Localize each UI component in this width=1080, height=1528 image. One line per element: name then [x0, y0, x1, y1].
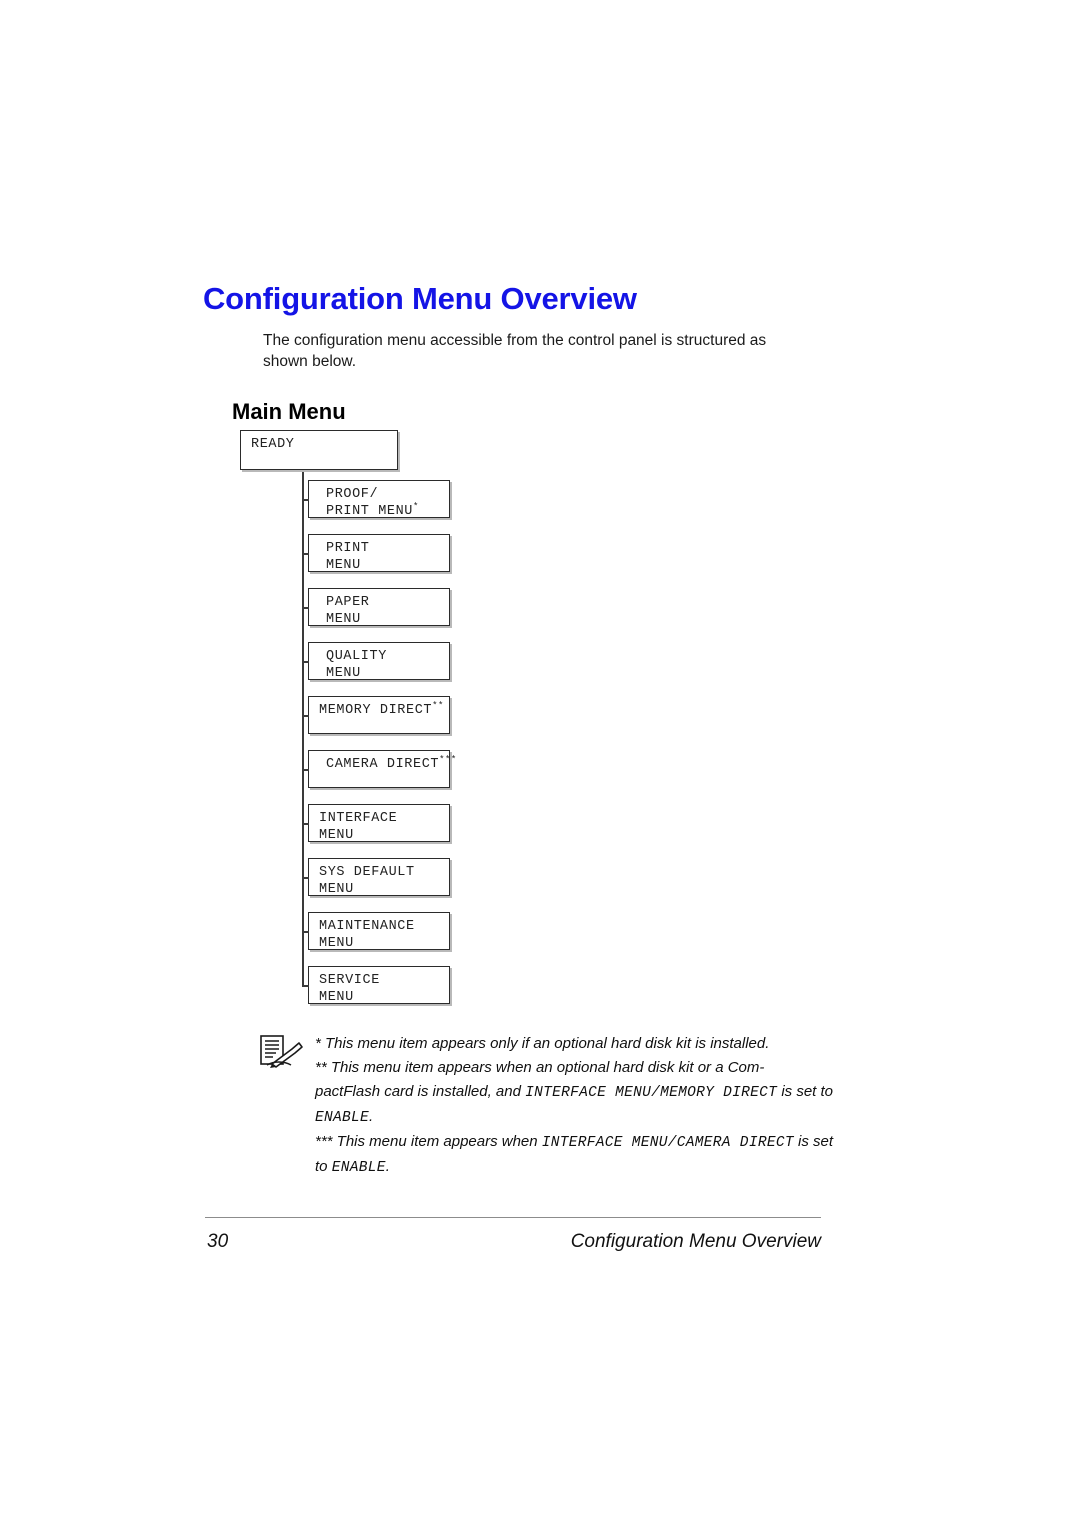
menu-box-quality: QUALITY MENU [308, 642, 450, 681]
footnote-marker: *** [439, 754, 457, 765]
tree-connector [302, 661, 309, 663]
menu-box-interface: INTERFACE MENU [308, 804, 450, 843]
menu-box-label-line2: MENU [319, 935, 354, 951]
tree-connector [302, 877, 309, 879]
menu-box-memory-direct: MEMORY DIRECT** [308, 696, 450, 734]
note-text: * This menu item appears only if an opti… [315, 1032, 835, 1180]
page-title: Configuration Menu Overview [203, 280, 637, 316]
menu-box-camera-direct: CAMERA DIRECT*** [308, 750, 457, 788]
tree-connector [302, 607, 309, 609]
menu-box-label: PROOF/ [326, 487, 379, 502]
note-line-3-end: . [369, 1108, 374, 1125]
menu-box-label-line2: MENU [319, 989, 354, 1005]
menu-box-service: SERVICE MENU [308, 966, 450, 1005]
footer-page-number: 30 [207, 1231, 229, 1252]
menu-box-paper: PAPER MENU [308, 588, 450, 627]
tree-trunk-line [302, 470, 304, 985]
note-line-4-end: . [385, 1158, 390, 1175]
menu-box-maintenance: MAINTENANCE MENU [308, 912, 450, 951]
tree-connector [302, 931, 309, 933]
menu-box-label: PAPER [326, 595, 370, 610]
menu-box-sys-default: SYS DEFAULT MENU [308, 858, 450, 897]
menu-box-label-line2: MENU [319, 881, 354, 897]
footnote-marker: ** [432, 700, 444, 711]
note-line-3-mono2: ENABLE [315, 1110, 370, 1126]
menu-box-print: PRINT MENU [308, 534, 450, 573]
menu-box-label-line2: PRINT MENU* [326, 501, 419, 519]
note-line-3: pactFlash card is installed, and INTERFA… [315, 1080, 835, 1130]
menu-box-label: QUALITY [326, 649, 387, 664]
menu-box-label-line2: MENU [326, 611, 361, 627]
section-subheading: Main Menu [232, 399, 346, 425]
note-line-3-plain2: is set to [777, 1083, 834, 1100]
note-line-4-plain: *** This menu item appears when [315, 1133, 542, 1150]
menu-box-label: MEMORY DIRECT** [319, 700, 444, 718]
menu-box-label: CAMERA DIRECT*** [326, 754, 457, 772]
tree-connector [302, 499, 309, 501]
menu-box-label: READY [251, 437, 295, 452]
menu-box-label-line2: MENU [319, 827, 354, 843]
footnote-marker: * [413, 501, 419, 511]
note-line-4-mono: INTERFACE MENU/CAMERA DIRECT [541, 1135, 794, 1151]
tree-connector [302, 553, 309, 555]
tree-connector [302, 823, 309, 825]
tree-connector [302, 769, 309, 771]
menu-box-label-line2: MENU [326, 557, 361, 573]
menu-box-label: INTERFACE [319, 811, 398, 826]
menu-box-label: SYS DEFAULT [319, 865, 415, 880]
note-line-1: * This menu item appears only if an opti… [315, 1035, 770, 1052]
tree-connector [302, 715, 309, 717]
note-line-3-plain: pactFlash card is installed, and [315, 1083, 526, 1100]
menu-box-ready: READY [240, 430, 398, 470]
tree-connector [302, 985, 309, 987]
menu-box-label: MAINTENANCE [319, 919, 415, 934]
footer-section-title: Configuration Menu Overview [570, 1231, 821, 1252]
menu-box-proof: PROOF/PRINT MENU* [308, 480, 450, 519]
document-page: Configuration Menu Overview The configur… [0, 0, 1080, 1528]
note-line-2: ** This menu item appears when an option… [315, 1059, 765, 1076]
note-line-3-mono: INTERFACE MENU/MEMORY DIRECT [525, 1085, 778, 1101]
menu-box-label: SERVICE [319, 973, 380, 988]
note-pencil-icon [258, 1034, 304, 1072]
menu-tree-diagram: READY PROOF/PRINT MENU* PRINT MENU PAPER MEN… [238, 428, 638, 1023]
menu-box-label-line2: MENU [326, 665, 361, 681]
intro-paragraph: The configuration menu accessible from t… [263, 331, 767, 370]
footer-divider [205, 1217, 821, 1218]
note-line-4: *** This menu item appears when INTERFAC… [315, 1130, 835, 1180]
note-line-4-mono2: ENABLE [331, 1160, 386, 1176]
menu-box-label: PRINT [326, 541, 370, 556]
